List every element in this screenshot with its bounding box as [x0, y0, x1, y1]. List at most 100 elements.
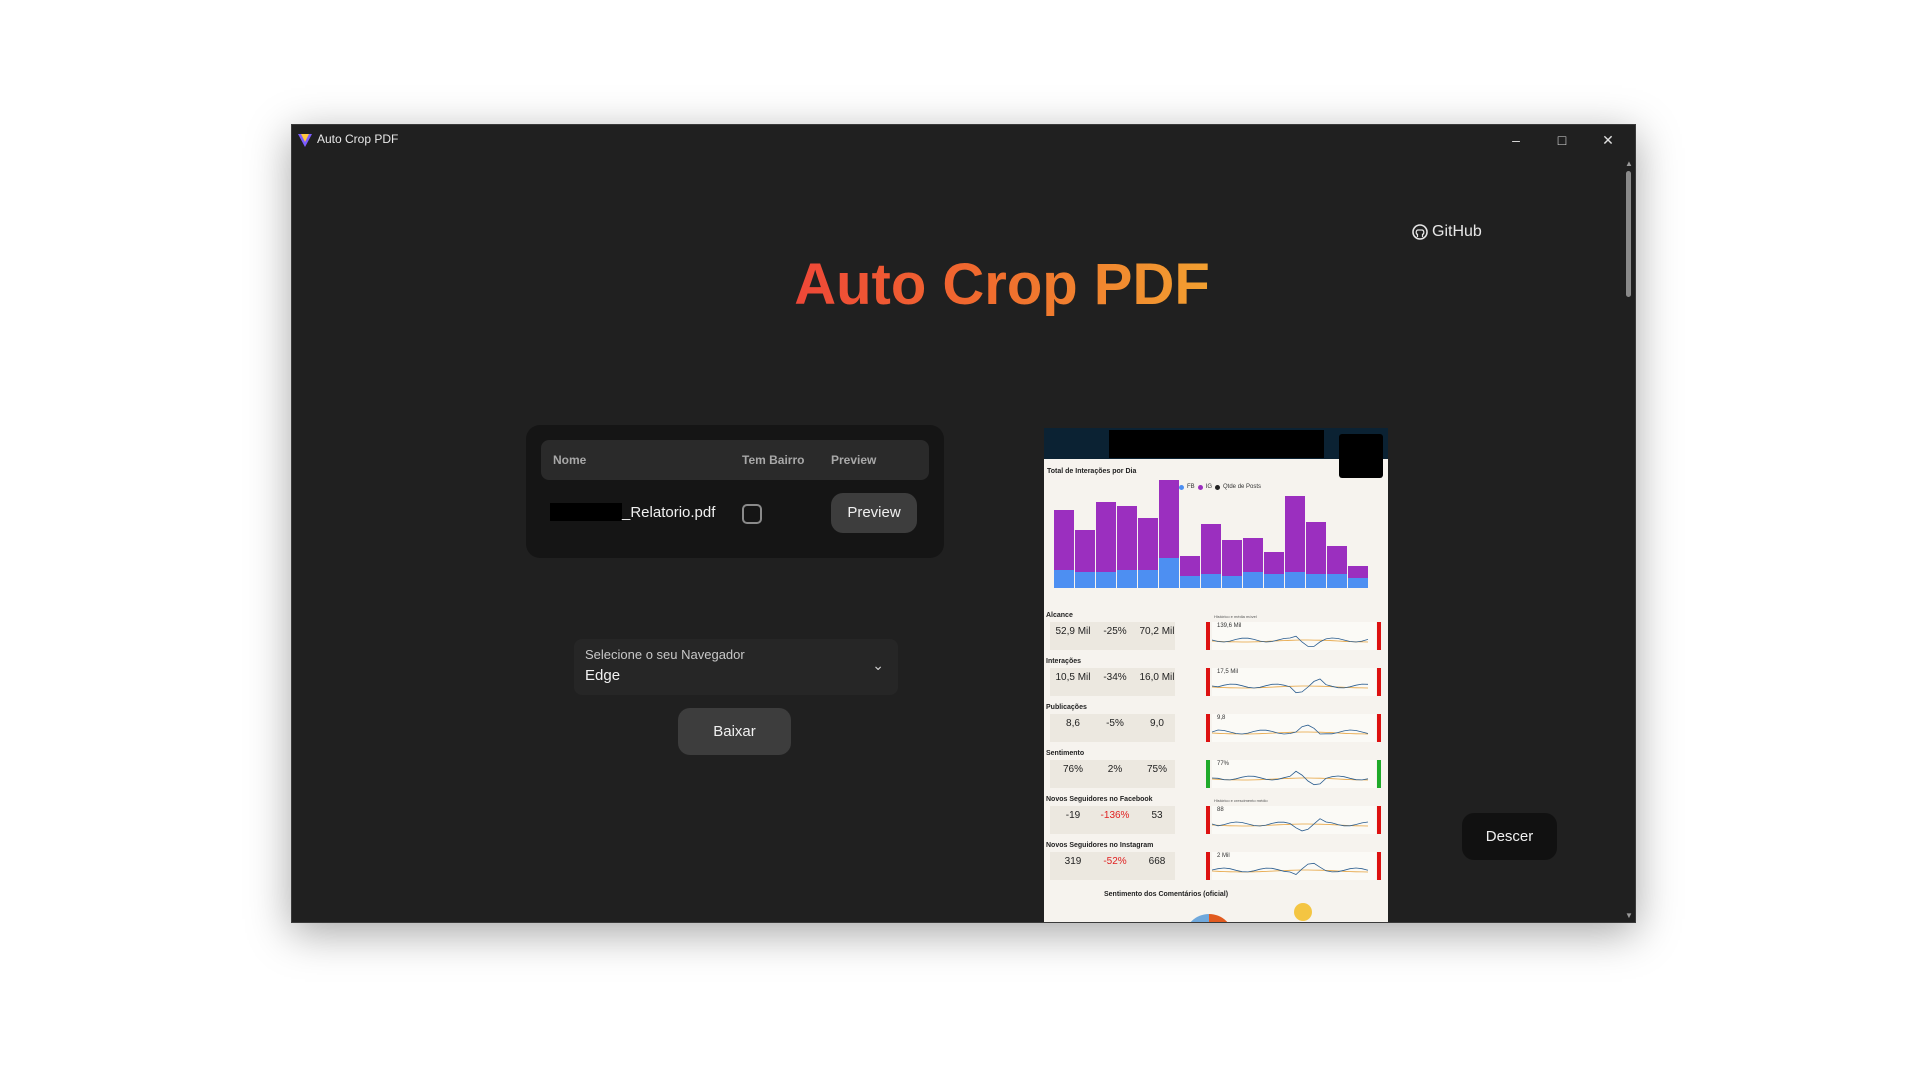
pdf-bar	[1117, 506, 1137, 588]
file-name: _Relatorio.pdf	[550, 503, 715, 521]
status-indicator	[1206, 668, 1210, 696]
github-label: GitHub	[1432, 223, 1482, 240]
legend-dot-ig	[1197, 484, 1203, 490]
section-title: Novos Seguidores no Facebook	[1046, 796, 1153, 803]
redacted-block	[1109, 430, 1324, 458]
tem-bairro-checkbox[interactable]	[742, 504, 762, 524]
pdf-bar-ig	[1159, 480, 1179, 558]
kpi-delta: 2%	[1107, 764, 1123, 775]
minimize-button[interactable]: –	[1493, 125, 1539, 155]
pdf-footer-title: Sentimento dos Comentários (oficial)	[1104, 891, 1229, 898]
pdf-bar-chart	[1054, 480, 1384, 588]
column-header-tem-bairro: Tem Bairro	[742, 453, 805, 467]
sparkline: 2 Mil	[1211, 852, 1376, 880]
pdf-bar	[1222, 540, 1242, 588]
pdf-bar-fb	[1159, 558, 1179, 588]
github-link[interactable]: GitHub	[1412, 223, 1482, 241]
browser-select-label: Selecione o seu Navegador	[585, 647, 745, 662]
pdf-bar	[1306, 522, 1326, 588]
scroll-up-arrow-icon[interactable]: ▲	[1625, 159, 1633, 168]
pdf-bar-ig	[1096, 502, 1116, 572]
sparkline: 139,6 Mil	[1211, 622, 1376, 650]
kpi-current: 319	[1064, 856, 1082, 867]
pdf-preview: Total de Interações por Dia FB IG Qtde d…	[1044, 428, 1388, 922]
sparkline-path	[1211, 862, 1369, 875]
scroll-down-button[interactable]: Descer	[1462, 813, 1557, 860]
pdf-bar-fb	[1264, 574, 1284, 588]
kpi-delta: -136%	[1100, 810, 1130, 821]
spark-caption: Histórico e média móvel	[1214, 614, 1257, 619]
preview-button[interactable]: Preview	[831, 493, 917, 533]
pdf-bar	[1201, 524, 1221, 588]
status-indicator	[1206, 714, 1210, 742]
pdf-bar-fb	[1348, 578, 1368, 588]
scrollbar[interactable]: ▲ ▼	[1622, 155, 1635, 922]
pdf-bar-fb	[1201, 574, 1221, 588]
pdf-bar-ig	[1285, 496, 1305, 572]
sparkline-path	[1211, 724, 1369, 735]
pdf-bar	[1180, 556, 1200, 588]
app-window: Auto Crop PDF – □ ✕ GitHub Auto Crop PDF…	[291, 124, 1636, 923]
kpi-delta: -34%	[1103, 672, 1127, 683]
redacted-logo	[1339, 434, 1383, 478]
pdf-bar	[1159, 480, 1179, 588]
browser-select[interactable]: Selecione o seu Navegador Edge ⌄	[574, 639, 898, 695]
pdf-bar	[1075, 530, 1095, 588]
pdf-bar-ig	[1201, 524, 1221, 574]
legend-dot-posts	[1215, 484, 1221, 490]
main-content: GitHub Auto Crop PDF Nome Tem Bairro Pre…	[292, 155, 1622, 922]
pdf-bar	[1243, 538, 1263, 588]
kpi-current: 8,6	[1066, 718, 1080, 729]
pdf-bar-ig	[1243, 538, 1263, 572]
pdf-bar-fb	[1096, 572, 1116, 588]
section-title: Interações	[1046, 658, 1082, 665]
maximize-button[interactable]: □	[1539, 125, 1585, 155]
pdf-section-interacoes: Interações 10,5 Mil -34% 16,0 Mil 17,5 M…	[1046, 658, 1386, 698]
pdf-bar-ig	[1222, 540, 1242, 576]
scroll-down-arrow-icon[interactable]: ▼	[1625, 911, 1633, 920]
pdf-bar	[1138, 518, 1158, 588]
status-indicator	[1377, 714, 1381, 742]
scrollbar-thumb[interactable]	[1626, 171, 1631, 297]
sparkline: 77%	[1211, 760, 1376, 788]
spark-label: 139,6 Mil	[1217, 623, 1242, 629]
kpi-previous: 75%	[1146, 764, 1167, 775]
window-title: Auto Crop PDF	[317, 132, 399, 146]
pdf-bar-fb	[1222, 576, 1242, 588]
spark-label: 9,8	[1217, 715, 1226, 721]
pdf-bar-ig	[1264, 552, 1284, 574]
status-indicator	[1377, 760, 1381, 788]
kpi-current: 52,9 Mil	[1055, 626, 1091, 637]
table-header: Nome Tem Bairro Preview	[541, 440, 929, 480]
close-button[interactable]: ✕	[1585, 125, 1631, 155]
kpi-previous: 668	[1148, 856, 1166, 867]
kpi-current: 10,5 Mil	[1055, 672, 1091, 683]
pdf-bar	[1327, 546, 1347, 588]
pdf-bar-ig	[1138, 518, 1158, 570]
status-indicator	[1377, 806, 1381, 834]
github-icon	[1412, 224, 1428, 240]
kpi-current: 76%	[1062, 764, 1083, 775]
pdf-bar-fb	[1138, 570, 1158, 588]
sparkline-path	[1211, 770, 1369, 786]
pdf-bar	[1264, 552, 1284, 588]
status-indicator	[1206, 622, 1210, 650]
section-title: Alcance	[1046, 612, 1073, 619]
column-header-preview: Preview	[831, 453, 877, 467]
pdf-bar-fb	[1117, 570, 1137, 588]
pdf-bar-fb	[1054, 570, 1074, 588]
pdf-section-seguidores-instagram: Novos Seguidores no Instagram 319 -52% 6…	[1046, 842, 1386, 882]
download-button[interactable]: Baixar	[678, 708, 791, 755]
spark-label: 77%	[1217, 761, 1230, 767]
pdf-bar-ig	[1180, 556, 1200, 576]
browser-select-value: Edge	[585, 667, 621, 684]
sparkline-path	[1211, 818, 1369, 832]
pdf-bar-ig	[1306, 522, 1326, 574]
pdf-section-publicacoes: Publicações 8,6 -5% 9,0 9,8	[1046, 704, 1386, 744]
pdf-bar-ig	[1348, 566, 1368, 578]
pdf-bar-ig	[1075, 530, 1095, 572]
column-header-nome: Nome	[553, 453, 587, 467]
pdf-bar	[1096, 502, 1116, 588]
sparkline: 17,5 Mil	[1211, 668, 1376, 696]
redacted-block	[550, 503, 622, 521]
